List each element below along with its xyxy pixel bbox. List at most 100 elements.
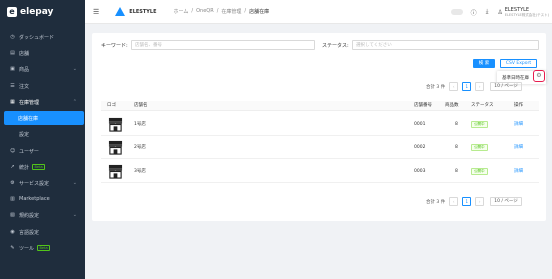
- store-number: 0003: [414, 169, 426, 174]
- breadcrumb-home[interactable]: ホーム: [174, 8, 189, 15]
- pagination-top: 合計 3 件 ‹ 1 › 10 / ページ: [426, 82, 522, 91]
- product-count: 8: [455, 122, 458, 127]
- detail-link[interactable]: 詳細: [514, 113, 523, 136]
- sidebar-item-label: ダッシュボード: [19, 34, 55, 41]
- theme-toggle[interactable]: [450, 9, 463, 15]
- csv-export-button[interactable]: CSV Export: [500, 59, 537, 68]
- next-page-button[interactable]: ›: [475, 197, 485, 206]
- sidebar-item-marketplace[interactable]: ▥ Marketplace: [0, 192, 85, 206]
- user-icon: ☺: [10, 147, 16, 154]
- pagination-bottom: 合計 3 件 ‹ 1 › 10 / ページ: [426, 197, 522, 206]
- brand-name: elepay: [20, 7, 54, 17]
- sidebar-item-label: Marketplace: [19, 196, 50, 202]
- page-size-select[interactable]: 10 / ページ: [490, 82, 522, 91]
- prev-page-button[interactable]: ‹: [449, 82, 459, 91]
- breadcrumb-separator: /: [191, 8, 194, 14]
- marketplace-icon: ▥: [10, 195, 15, 202]
- store-logo-icon: [108, 140, 123, 155]
- breadcrumb: ホーム / OneQR / 在庫管理 / 店舗在庫: [174, 8, 273, 15]
- breadcrumb-oneqr[interactable]: OneQR: [196, 8, 214, 15]
- stats-icon: ↗: [10, 163, 15, 170]
- total-count: 合計 3 件: [426, 199, 446, 205]
- user-menu[interactable]: ♙ ELESTYLE ELESTYLE株式会社(テスト): [497, 7, 549, 17]
- sidebar-item-product[interactable]: ▣ 商品 ⌄: [0, 62, 85, 76]
- sidebar-item-label: ユーザー: [19, 148, 39, 155]
- download-icon[interactable]: ⤓: [486, 8, 489, 16]
- top-header: ☰ ELESTYLE ホーム / OneQR / 在庫管理 / 店舗在庫 ⓘ ⤓ ♙ …: [85, 0, 552, 24]
- sidebar-item-label: 店舗在庫: [18, 115, 39, 122]
- store-icon: ▤: [10, 49, 15, 56]
- sidebar: e elepay ◷ ダッシュボード ▤ 店舗 ▣ 商品 ⌄ ☰ 注文 ▦ 在庫…: [0, 0, 85, 279]
- user-company: ELESTYLE株式会社(テスト): [504, 12, 549, 17]
- total-count: 合計 3 件: [426, 84, 446, 90]
- sidebar-item-service-settings[interactable]: ⚙ サービス設定 ⌄: [0, 176, 85, 190]
- service-icon: ⚙: [10, 179, 15, 186]
- product-icon: ▣: [10, 65, 15, 72]
- keyword-input[interactable]: 店舗名、番号: [131, 40, 315, 50]
- sidebar-item-label: 規約設定: [19, 212, 40, 219]
- chevron-down-icon: ⌄: [72, 66, 77, 72]
- inventory-icon: ▦: [10, 98, 15, 105]
- dashboard-icon: ◷: [10, 33, 15, 40]
- breadcrumb-separator: /: [216, 8, 219, 14]
- column-header-store-name: 店舗名: [134, 103, 148, 108]
- status-badge: 公開中: [471, 168, 488, 175]
- page-number-button[interactable]: 1: [462, 82, 472, 91]
- elepay-logo-icon: e: [7, 7, 17, 17]
- brand-logo[interactable]: e elepay: [0, 0, 85, 24]
- sidebar-item-order[interactable]: ☰ 注文: [0, 79, 85, 93]
- base-date-inventory-option[interactable]: 基準日時在庫: [502, 75, 529, 81]
- sidebar-item-label: 統計: [19, 164, 30, 171]
- store-number: 0001: [414, 122, 426, 127]
- language-icon: ◉: [10, 228, 15, 235]
- sidebar-item-label: 在庫管理: [19, 99, 40, 106]
- store-name: 1号店: [134, 122, 146, 127]
- search-button[interactable]: 検 索: [473, 59, 495, 68]
- status-select[interactable]: 選択してください: [352, 40, 539, 50]
- sidebar-item-label: 注文: [19, 83, 30, 90]
- status-badge: 公開中: [471, 144, 488, 151]
- menu-toggle-icon[interactable]: ☰: [93, 8, 99, 16]
- sidebar-item-terms[interactable]: ▧ 規約設定 ⌄: [0, 208, 85, 222]
- sidebar-item-dashboard[interactable]: ◷ ダッシュボード: [0, 30, 85, 44]
- store-name: 3号店: [134, 169, 146, 174]
- table-row: 3号店 0003 8 公開中 詳細: [101, 160, 539, 183]
- tool-icon: ✎: [10, 244, 15, 251]
- sidebar-item-user[interactable]: ☺ ユーザー: [0, 144, 85, 158]
- gear-icon[interactable]: ⚙: [533, 70, 545, 82]
- sidebar-item-label: サービス設定: [19, 180, 50, 187]
- help-icon[interactable]: ⓘ: [471, 8, 477, 17]
- sidebar-item-label: 設定: [19, 131, 30, 138]
- page-size-select[interactable]: 10 / ページ: [490, 197, 522, 206]
- chevron-down-icon: ⌄: [72, 212, 77, 218]
- sidebar-item-tool[interactable]: ✎ ツール Beta: [0, 241, 85, 255]
- sidebar-item-store-inventory[interactable]: 店舗在庫: [4, 111, 84, 125]
- store-logo-icon: [108, 164, 123, 179]
- terms-icon: ▧: [10, 211, 15, 218]
- org-logo-icon: [115, 7, 126, 16]
- detail-link[interactable]: 詳細: [514, 136, 523, 159]
- store-logo-icon: [108, 117, 123, 132]
- detail-link[interactable]: 詳細: [514, 160, 523, 183]
- sidebar-item-label: 言語設定: [19, 229, 40, 236]
- status-label: ステータス:: [322, 43, 349, 49]
- chevron-down-icon: ⌄: [72, 180, 77, 186]
- breadcrumb-inventory[interactable]: 在庫管理: [221, 8, 241, 15]
- sidebar-item-settings[interactable]: 設定: [0, 127, 85, 141]
- page-number-button[interactable]: 1: [462, 197, 472, 206]
- sidebar-item-inventory[interactable]: ▦ 在庫管理 ⌃: [0, 95, 85, 109]
- store-name: 2号店: [134, 145, 146, 150]
- sidebar-item-language[interactable]: ◉ 言語設定: [0, 225, 85, 239]
- prev-page-button[interactable]: ‹: [449, 197, 459, 206]
- next-page-button[interactable]: ›: [475, 82, 485, 91]
- column-header-store-number: 店舗番号: [414, 103, 432, 108]
- beta-badge: Beta: [37, 245, 51, 251]
- header-actions: ⓘ ⤓ ♙ ELESTYLE ELESTYLE株式会社(テスト): [450, 0, 549, 24]
- store-number: 0002: [414, 145, 426, 150]
- sidebar-item-store[interactable]: ▤ 店舗: [0, 46, 85, 60]
- column-header-action: 操作: [514, 103, 523, 108]
- org-name[interactable]: ELESTYLE: [129, 9, 156, 15]
- sidebar-item-stats[interactable]: ↗ 統計 Beta: [0, 160, 85, 174]
- chevron-up-icon: ⌃: [72, 99, 77, 105]
- breadcrumb-current: 店舗在庫: [249, 9, 270, 15]
